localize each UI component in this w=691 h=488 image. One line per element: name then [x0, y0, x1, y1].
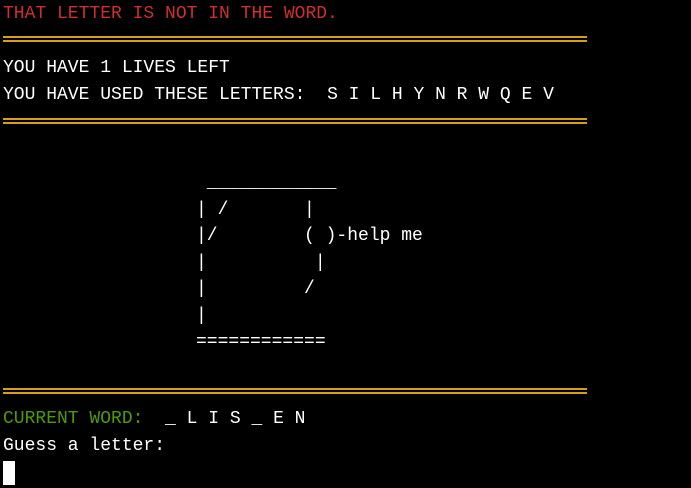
divider-top: [3, 36, 587, 42]
guess-prompt: Guess a letter:: [3, 436, 166, 456]
current-word-value: _ L I S _ E N: [165, 409, 306, 429]
divider-bottom: [3, 388, 587, 394]
used-letters-row: YOU HAVE USED THESE LETTERS: S I L H Y N…: [3, 82, 554, 109]
current-word-label: CURRENT WORD:: [3, 409, 144, 429]
hangman-drawing: ____________ | / | |/ ( )-help me | | | …: [196, 173, 423, 352]
used-letters-label: YOU HAVE USED THESE LETTERS:: [3, 85, 306, 105]
current-word-row: CURRENT WORD: _ L I S _ E N: [3, 406, 305, 433]
error-message: THAT LETTER IS NOT IN THE WORD.: [3, 4, 338, 24]
used-letters-list: S I L H Y N R W Q E V: [327, 85, 554, 105]
lives-remaining: YOU HAVE 1 LIVES LEFT: [3, 58, 230, 78]
divider-middle: [3, 118, 587, 124]
terminal-window: THAT LETTER IS NOT IN THE WORD. YOU HAVE…: [0, 0, 691, 488]
text-cursor[interactable]: [3, 461, 15, 485]
